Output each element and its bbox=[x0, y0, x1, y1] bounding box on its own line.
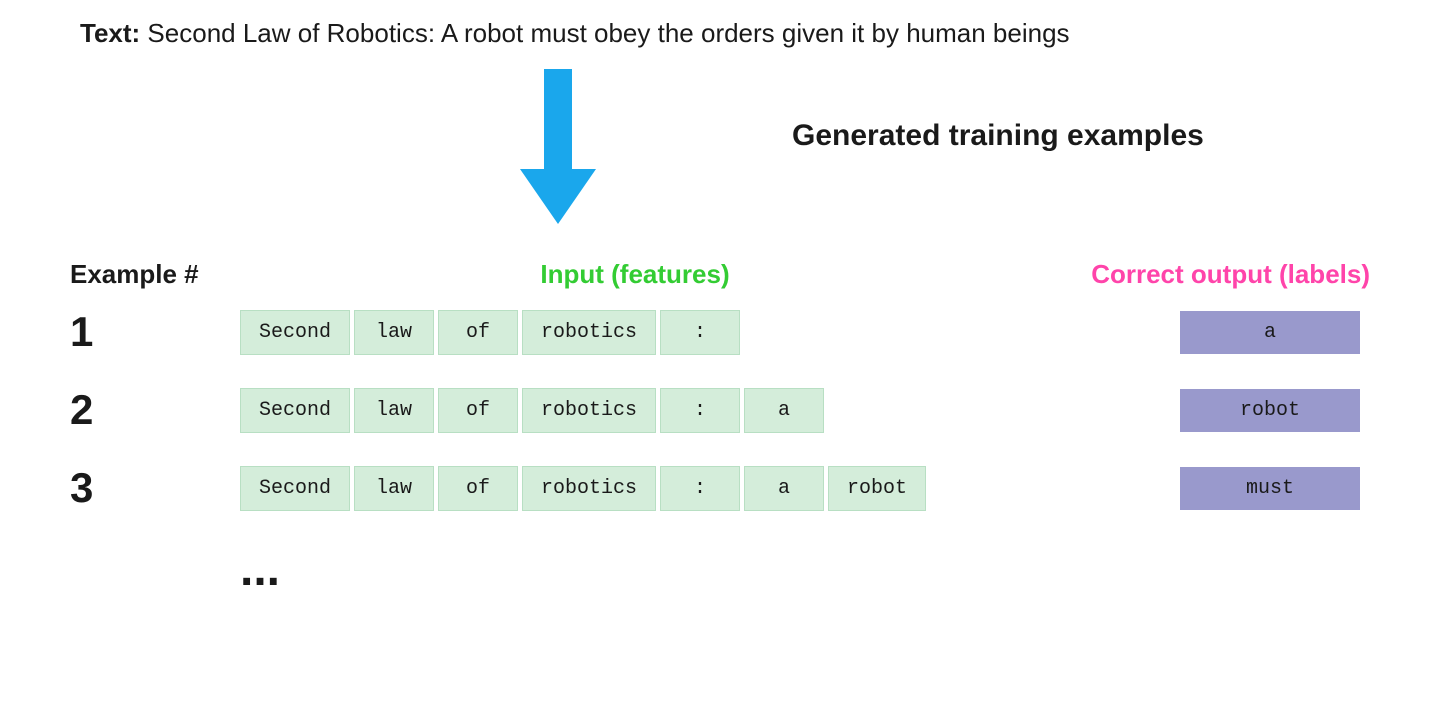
arrow-head bbox=[520, 169, 596, 224]
token: law bbox=[354, 466, 434, 511]
col-input-highlight: (features) bbox=[611, 259, 729, 289]
table-row: 3 Second law of robotics : a robot must bbox=[70, 464, 1370, 512]
token: Second bbox=[240, 388, 350, 433]
col-input-header: Input (features) bbox=[240, 259, 1030, 290]
col-input-label: Input bbox=[540, 259, 611, 289]
col-output-highlight: (labels) bbox=[1279, 259, 1370, 289]
header-text: Text: Second Law of Robotics: A robot mu… bbox=[0, 18, 1070, 49]
col-output-label: Correct output bbox=[1091, 259, 1279, 289]
token: : bbox=[660, 388, 740, 433]
output-token-2: robot bbox=[1180, 389, 1360, 432]
token: of bbox=[438, 388, 518, 433]
text-label: Text: bbox=[80, 18, 140, 48]
arrow-shaft bbox=[544, 69, 572, 169]
example-num-1: 1 bbox=[70, 308, 240, 356]
tokens-container-1: Second law of robotics : bbox=[240, 310, 1180, 355]
col-example-header: Example # bbox=[70, 259, 240, 290]
table-row: 1 Second law of robotics : a bbox=[70, 308, 1370, 356]
tokens-container-2: Second law of robotics : a bbox=[240, 388, 1180, 433]
example-num-3: 3 bbox=[70, 464, 240, 512]
token: Second bbox=[240, 466, 350, 511]
token: of bbox=[438, 310, 518, 355]
example-num-2: 2 bbox=[70, 386, 240, 434]
token: law bbox=[354, 310, 434, 355]
token: robot bbox=[828, 466, 926, 511]
col-output-header: Correct output (labels) bbox=[1030, 259, 1370, 290]
table-row: 2 Second law of robotics : a robot bbox=[70, 386, 1370, 434]
token: of bbox=[438, 466, 518, 511]
token: Second bbox=[240, 310, 350, 355]
main-table: Example # Input (features) Correct outpu… bbox=[70, 259, 1370, 597]
token: a bbox=[744, 388, 824, 433]
token: : bbox=[660, 310, 740, 355]
token: robotics bbox=[522, 466, 656, 511]
ellipsis: ... bbox=[70, 542, 1370, 597]
output-token-3: must bbox=[1180, 467, 1360, 510]
output-token-1: a bbox=[1180, 311, 1360, 354]
token: robotics bbox=[522, 388, 656, 433]
token: law bbox=[354, 388, 434, 433]
text-content: Second Law of Robotics: A robot must obe… bbox=[140, 18, 1069, 48]
page-container: Text: Second Law of Robotics: A robot mu… bbox=[0, 0, 1440, 717]
token: a bbox=[744, 466, 824, 511]
token: robotics bbox=[522, 310, 656, 355]
table-header: Example # Input (features) Correct outpu… bbox=[70, 259, 1370, 290]
arrow-container bbox=[520, 69, 596, 224]
generated-label: Generated training examples bbox=[792, 119, 1204, 153]
token: : bbox=[660, 466, 740, 511]
tokens-container-3: Second law of robotics : a robot bbox=[240, 466, 1180, 511]
arrow-section: Generated training examples bbox=[0, 69, 1440, 229]
